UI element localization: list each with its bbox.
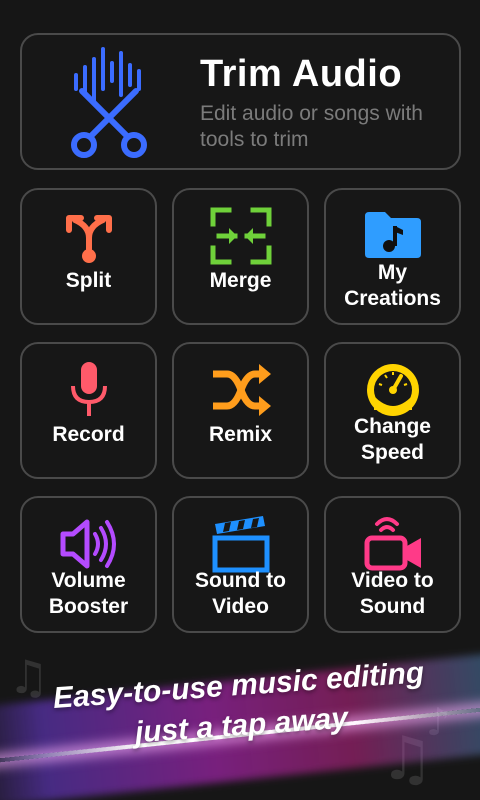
video-camera-broadcast-icon [364, 517, 421, 571]
merge-arrows-icon [210, 207, 271, 265]
change-speed-tile[interactable]: Change Speed [324, 342, 461, 479]
music-folder-icon [364, 212, 421, 258]
video-to-sound-tile[interactable]: Video to Sound [324, 496, 461, 633]
trim-audio-card[interactable]: Trim Audio Edit audio or songs with tool… [20, 33, 461, 170]
video-to-sound-label: Video to Sound [351, 569, 434, 618]
home-screen: Trim Audio Edit audio or songs with tool… [0, 0, 480, 800]
hero-title: Trim Audio [200, 53, 403, 95]
split-tile[interactable]: Split [20, 188, 157, 325]
my-creations-tile[interactable]: My Creations [324, 188, 461, 325]
merge-label: Merge [209, 269, 272, 292]
record-label: Record [52, 423, 125, 446]
split-label: Split [65, 269, 112, 292]
scissors-waveform-icon [71, 47, 147, 158]
sound-to-video-tile[interactable]: Sound to Video [172, 496, 309, 633]
promo-banner: ♫ ♫ ♪ Easy-to-use music editing just a t… [0, 640, 480, 800]
remix-label: Remix [208, 423, 273, 446]
hero-subtitle: Edit audio or songs with tools to trim [200, 102, 423, 151]
sound-to-video-label: Sound to Video [195, 569, 286, 618]
remix-tile[interactable]: Remix [172, 342, 309, 479]
record-tile[interactable]: Record [20, 342, 157, 479]
my-creations-label: My Creations [344, 261, 441, 310]
volume-booster-label: Volume Booster [48, 569, 129, 618]
speaker-volume-icon [60, 519, 116, 569]
speedometer-icon [366, 364, 419, 416]
merge-tile[interactable]: Merge [172, 188, 309, 325]
split-arrow-icon [65, 215, 112, 263]
microphone-icon [70, 362, 107, 416]
shuffle-icon [212, 364, 271, 416]
change-speed-label: Change Speed [353, 415, 431, 464]
clapperboard-icon [212, 516, 269, 573]
volume-booster-tile[interactable]: Volume Booster [20, 496, 157, 633]
